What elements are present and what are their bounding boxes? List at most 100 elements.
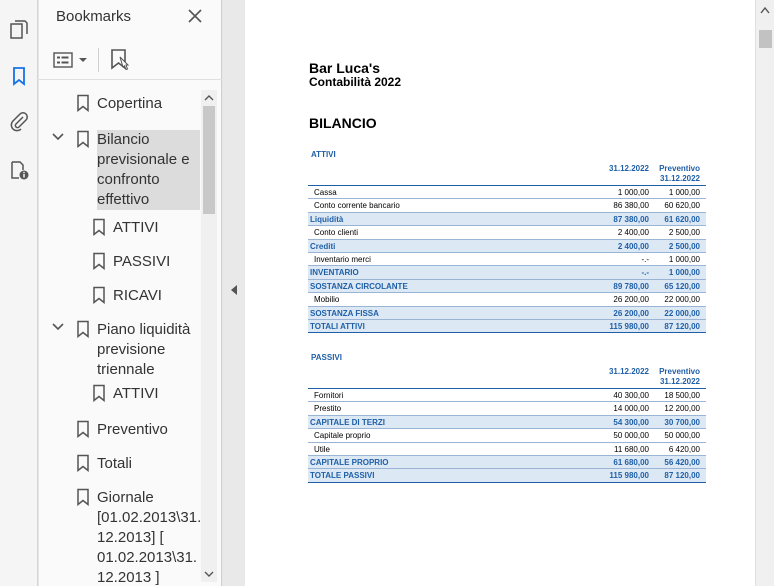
table-row: SOSTANZA FISSA 26 200,00 22 000,00: [308, 306, 706, 320]
table-caption: ATTIVI: [311, 150, 336, 159]
bookmark-label: Copertina: [97, 95, 163, 112]
table-row: Liquidità 87 380,00 61 620,00: [308, 212, 706, 227]
attivi-table: ATTIVI 31.12.2022 Preventivo 31.12.2022 …: [308, 150, 706, 334]
row-label: TOTALE PASSIVI: [310, 471, 375, 481]
budget-value: 60 620,00: [664, 201, 700, 211]
table-row: SOSTANZA CIRCOLANTE 89 780,00 65 120,00: [308, 279, 706, 294]
passivi-table: PASSIVI 31.12.2022 Preventivo 31.12.2022…: [308, 353, 706, 483]
actual-value: 14 000,00: [613, 404, 649, 414]
actual-value: 115 980,00: [609, 471, 649, 481]
bookmark-tree: Copertina Bilancio previsionale e confron…: [39, 88, 201, 586]
actual-value: 86 380,00: [613, 201, 649, 211]
table-header: 31.12.2022 Preventivo 31.12.2022: [308, 164, 706, 186]
document-page: Bar Luca's Contabilità 2022 BILANCIO ATT…: [245, 0, 755, 586]
actual-value: 40 300,00: [613, 391, 649, 400]
table-row: Inventario merci -.- 1 000,00: [308, 253, 706, 267]
bookmark-scrollbar[interactable]: [201, 90, 217, 582]
budget-value: 30 700,00: [664, 417, 700, 427]
row-label: Crediti: [310, 241, 336, 251]
actual-value: 1 000,00: [617, 188, 649, 197]
table-row: Cassa 1 000,00 1 000,00: [308, 186, 706, 200]
bookmarks-panel: Bookmarks Copertina Bilancio previsionale…: [39, 0, 222, 586]
bookmark-icon: [77, 94, 89, 112]
bookmarks-icon[interactable]: [5, 62, 33, 90]
document-properties-icon[interactable]: [5, 156, 33, 184]
scroll-down-icon[interactable]: [201, 566, 217, 582]
budget-value: 12 200,00: [664, 404, 700, 414]
new-bookmark-button[interactable]: [107, 46, 133, 74]
budget-value: 2 500,00: [668, 241, 700, 251]
table-row: Mobilio 26 200,00 22 000,00: [308, 293, 706, 307]
column-header-budget: Preventivo 31.12.2022: [659, 367, 700, 386]
bookmark-icon: [93, 218, 105, 236]
scrollbar-thumb[interactable]: [759, 30, 772, 48]
row-label: INVENTARIO: [310, 268, 359, 278]
bookmark-icon: [77, 420, 89, 438]
actual-value: -.-: [641, 268, 649, 278]
table-row: Fornitori 40 300,00 18 500,00: [308, 389, 706, 403]
document-title: Bar Luca's: [309, 60, 381, 76]
document-scrollbar[interactable]: [755, 0, 774, 586]
bookmark-label: ATTIVI: [113, 385, 159, 402]
table-row: Utile 11 680,00 6 420,00: [308, 443, 706, 456]
panel-header: Bookmarks: [39, 0, 222, 34]
column-header-actual: 31.12.2022: [608, 164, 649, 173]
row-label: CAPITALE DI TERZI: [310, 417, 385, 427]
collapse-left-icon: [231, 285, 237, 295]
attachments-icon[interactable]: [5, 108, 33, 136]
actual-value: 26 200,00: [613, 295, 649, 305]
page-thumbnails-icon[interactable]: [5, 16, 33, 44]
bookmark-label: RICAVI: [113, 287, 162, 304]
panel-collapse-handle[interactable]: [223, 0, 245, 586]
bookmark-icon: [77, 130, 89, 148]
column-header-budget: Preventivo 31.12.2022: [659, 164, 700, 183]
row-label: Prestito: [314, 404, 342, 414]
bookmark-icon: [93, 252, 105, 270]
table-body: Cassa 1 000,00 1 000,00 Conto corrente banc…: [308, 186, 706, 334]
actual-value: 50 000,00: [613, 431, 649, 441]
budget-value: 87 120,00: [664, 321, 700, 331]
budget-value: 18 500,00: [664, 391, 700, 400]
close-icon[interactable]: [185, 6, 205, 26]
bookmark-label: Preventivo: [97, 421, 168, 438]
scrollbar-thumb[interactable]: [203, 106, 215, 214]
row-label: SOSTANZA CIRCOLANTE: [310, 281, 408, 291]
budget-value: 61 620,00: [664, 214, 700, 224]
row-label: Capitale proprio: [314, 431, 371, 441]
bookmark-icon: [77, 320, 89, 338]
document-subtitle: Contabilità 2022: [309, 75, 402, 89]
chevron-down-icon: [79, 58, 87, 62]
actual-value: 115 980,00: [609, 321, 649, 331]
row-label: Conto clienti: [314, 228, 359, 238]
table-row: Prestito 14 000,00 12 200,00: [308, 402, 706, 416]
toolbar-divider: [98, 48, 99, 72]
table-row: Conto corrente bancario 86 380,00 60 620,0…: [308, 199, 706, 213]
table-header: 31.12.2022 Preventivo 31.12.2022: [308, 367, 706, 389]
actual-value: 61 680,00: [613, 457, 649, 467]
bookmarks-toolbar: [39, 40, 222, 80]
actual-value: 54 300,00: [613, 417, 649, 427]
scroll-up-icon[interactable]: [760, 6, 770, 14]
row-label: Inventario merci: [314, 254, 371, 264]
table-row: Conto clienti 2 400,00 2 500,00: [308, 226, 706, 240]
bookmark-label: Bilancio previsionale e confronto effett…: [97, 130, 200, 210]
options-menu-button[interactable]: [53, 48, 93, 72]
row-label: Cassa: [314, 188, 337, 197]
side-tool-rail: [0, 0, 38, 586]
bookmark-label: ATTIVI: [113, 219, 159, 236]
scroll-up-icon[interactable]: [201, 90, 217, 106]
table-row: Crediti 2 400,00 2 500,00: [308, 239, 706, 253]
row-label: Mobilio: [314, 295, 340, 305]
actual-value: 26 200,00: [613, 308, 649, 318]
budget-value: 1 000,00: [668, 268, 700, 278]
chevron-down-icon[interactable]: [51, 320, 65, 334]
pdf-viewer: Bookmarks Copertina Bilancio previsionale…: [0, 0, 774, 586]
chevron-down-icon[interactable]: [51, 130, 65, 144]
actual-value: 89 780,00: [613, 281, 649, 291]
bookmark-label: Piano liquidità previsione triennale: [97, 321, 191, 378]
document-view[interactable]: Bar Luca's Contabilità 2022 BILANCIO ATT…: [245, 0, 755, 586]
actual-value: 87 380,00: [613, 214, 649, 224]
actual-value: 2 400,00: [617, 241, 649, 251]
bookmark-icon: [77, 488, 89, 506]
actual-value: 11 680,00: [614, 444, 649, 454]
